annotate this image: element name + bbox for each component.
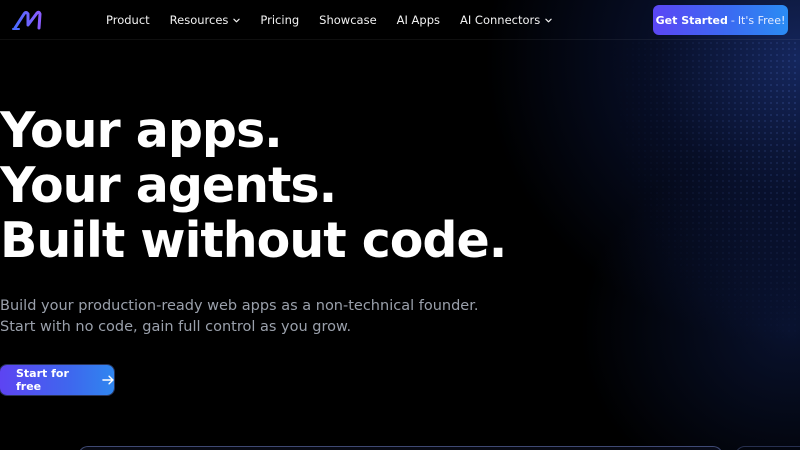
preview-card-secondary [735, 446, 800, 450]
nav-item-pricing[interactable]: Pricing [260, 13, 299, 27]
hero-title: Your apps. Your agents. Built without co… [0, 102, 507, 269]
chevron-down-icon [233, 18, 241, 22]
hero-subtitle: Build your production-ready web apps as … [0, 296, 478, 338]
get-started-button[interactable]: Get Started - It's Free! [653, 5, 788, 35]
nav-item-showcase[interactable]: Showcase [319, 13, 376, 27]
chevron-down-icon [545, 18, 552, 22]
brand-logo-icon[interactable] [12, 9, 52, 31]
arrow-right-icon [101, 375, 114, 385]
hero-title-line: Your apps. [0, 102, 283, 159]
start-for-free-button[interactable]: Start for free [0, 365, 114, 395]
hero-title-line: Your agents. [0, 157, 337, 214]
preview-card [78, 446, 723, 450]
get-started-label: Get Started [655, 13, 728, 27]
get-started-free-label: It's Free! [737, 13, 786, 27]
landing-page: Product Resources Pricing Showcase AI Ap… [0, 0, 800, 450]
nav-item-resources[interactable]: Resources [170, 13, 241, 27]
nav-item-label: Showcase [319, 13, 377, 27]
top-navbar: Product Resources Pricing Showcase AI Ap… [0, 0, 800, 40]
main-nav: Product Resources Pricing Showcase AI Ap… [106, 0, 572, 40]
nav-item-label: Pricing [260, 13, 300, 27]
nav-item-label: AI Connectors [460, 13, 541, 27]
get-started-separator: - [730, 13, 735, 27]
nav-item-label: Product [106, 13, 150, 27]
nav-item-label: Resources [169, 13, 229, 27]
background-dot-pattern [540, 40, 800, 450]
nav-item-product[interactable]: Product [106, 13, 150, 27]
nav-item-ai-connectors[interactable]: AI Connectors [460, 13, 552, 27]
nav-item-ai-apps[interactable]: AI Apps [397, 13, 440, 27]
hero-subtitle-line: Build your production-ready web apps as … [0, 298, 479, 314]
hero-subtitle-line: Start with no code, gain full control as… [0, 319, 352, 335]
hero-title-line: Built without code. [0, 212, 507, 269]
nav-item-label: AI Apps [396, 13, 441, 27]
start-for-free-label: Start for free [16, 367, 69, 393]
